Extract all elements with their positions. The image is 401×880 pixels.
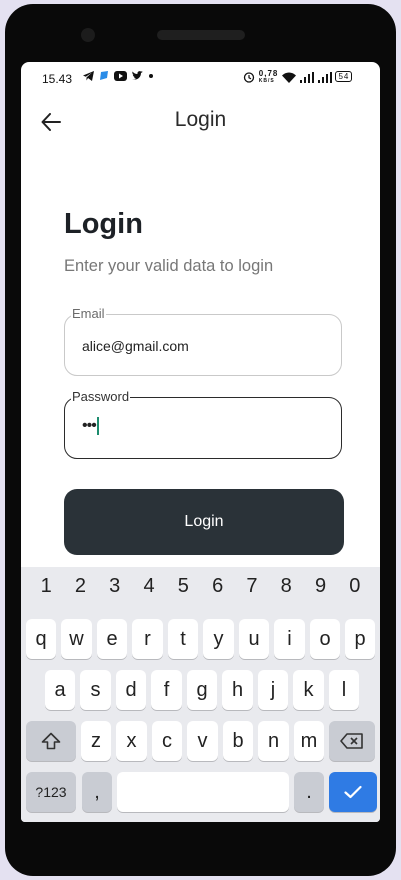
battery-icon: 54 (335, 71, 353, 82)
key-m[interactable]: m (294, 721, 324, 761)
password-field[interactable]: Password ••• (64, 389, 342, 459)
space-key[interactable] (117, 772, 289, 812)
key-9[interactable]: 9 (315, 575, 326, 598)
key-6[interactable]: 6 (212, 575, 223, 598)
login-button[interactable]: Login (64, 489, 344, 555)
key-e[interactable]: e (97, 619, 127, 659)
key-h[interactable]: h (222, 670, 253, 710)
telegram-icon (83, 71, 94, 81)
alarm-icon (243, 72, 255, 83)
key-3[interactable]: 3 (109, 575, 120, 598)
key-5[interactable]: 5 (178, 575, 189, 598)
earpiece-speaker (157, 30, 245, 40)
key-z[interactable]: z (81, 721, 111, 761)
shift-icon (41, 732, 61, 750)
key-i[interactable]: i (274, 619, 305, 659)
backspace-key[interactable] (329, 721, 375, 761)
key-w[interactable]: w (61, 619, 92, 659)
status-system-icons: 0,78 KB/S 54 (243, 69, 353, 86)
page-title: Login (64, 208, 143, 240)
key-0[interactable]: 0 (349, 575, 360, 598)
twitter-icon (132, 71, 144, 80)
checkmark-icon (344, 785, 362, 799)
page-subtitle: Enter your valid data to login (64, 257, 274, 275)
key-u[interactable]: u (239, 619, 269, 659)
email-value: alice@gmail.com (82, 338, 189, 354)
key-y[interactable]: y (203, 619, 234, 659)
status-notification-icons (83, 71, 154, 84)
email-field[interactable]: Email alice@gmail.com (64, 306, 342, 376)
app-bar-title: Login (174, 108, 227, 131)
period-key[interactable]: . (294, 772, 324, 812)
symbols-key[interactable]: ?123 (26, 772, 76, 812)
password-value: ••• (82, 417, 99, 435)
shift-key[interactable] (26, 721, 76, 761)
key-o[interactable]: o (310, 619, 340, 659)
phone-frame: 15.43 0,78 KB/S 54 Login Login Enter you… (5, 4, 396, 876)
key-7[interactable]: 7 (246, 575, 257, 598)
youtube-icon (114, 71, 128, 81)
key-a[interactable]: a (45, 670, 75, 710)
backspace-icon (340, 733, 363, 749)
password-label: Password (71, 389, 131, 404)
key-b[interactable]: b (223, 721, 253, 761)
front-camera (81, 28, 95, 42)
key-f[interactable]: f (151, 670, 182, 710)
key-d[interactable]: d (116, 670, 146, 710)
key-p[interactable]: p (345, 619, 375, 659)
key-c[interactable]: c (152, 721, 182, 761)
status-bar: 15.43 0,78 KB/S 54 (21, 62, 380, 94)
key-2[interactable]: 2 (75, 575, 86, 598)
status-time: 15.43 (42, 72, 73, 86)
key-4[interactable]: 4 (143, 575, 154, 598)
key-n[interactable]: n (258, 721, 289, 761)
key-1[interactable]: 1 (41, 575, 52, 598)
key-s[interactable]: s (80, 670, 111, 710)
app-bar: Login (21, 94, 380, 150)
key-k[interactable]: k (293, 670, 324, 710)
key-8[interactable]: 8 (281, 575, 292, 598)
key-l[interactable]: l (329, 670, 359, 710)
chat-bubble-icon (100, 71, 109, 80)
soft-keyboard: 1 2 3 4 5 6 7 8 9 0 q w e r t y u i o p (21, 567, 380, 822)
key-g[interactable]: g (187, 670, 217, 710)
enter-key[interactable] (329, 772, 377, 812)
signal-icon-2 (317, 72, 332, 83)
key-x[interactable]: x (116, 721, 147, 761)
key-t[interactable]: t (168, 619, 198, 659)
key-v[interactable]: v (187, 721, 218, 761)
signal-icon (299, 72, 314, 83)
text-cursor (96, 417, 99, 435)
comma-key[interactable]: , (82, 772, 112, 812)
wifi-icon (282, 72, 297, 83)
key-r[interactable]: r (132, 619, 163, 659)
screen: 15.43 0,78 KB/S 54 Login Login Enter you… (21, 62, 380, 822)
email-label: Email (71, 306, 106, 321)
key-q[interactable]: q (26, 619, 56, 659)
keyboard-number-row: 1 2 3 4 5 6 7 8 9 0 (21, 567, 380, 605)
key-j[interactable]: j (258, 670, 288, 710)
dot-icon (149, 74, 154, 78)
network-speed: 0,78 KB/S (258, 69, 279, 85)
